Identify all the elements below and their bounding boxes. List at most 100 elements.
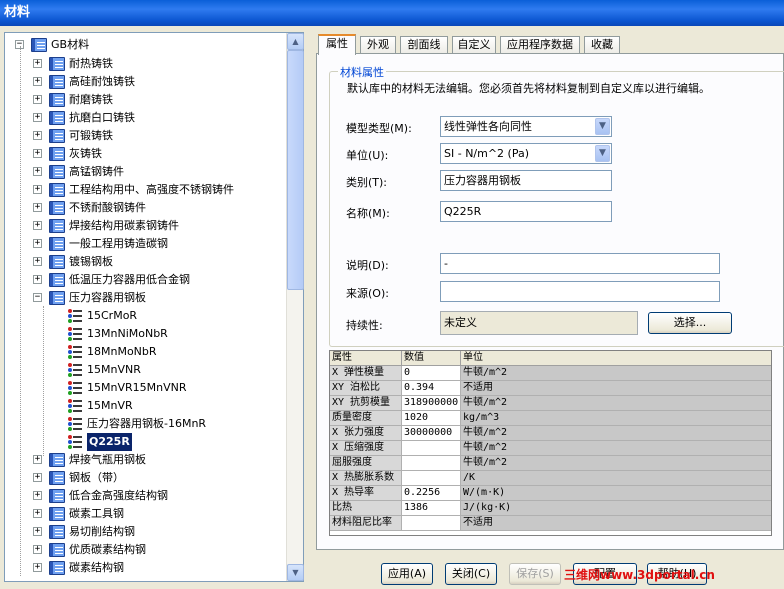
tab-app-data[interactable]: 应用程序数据 bbox=[500, 36, 580, 54]
cell-value[interactable]: 0.394 bbox=[402, 381, 461, 396]
expand-icon[interactable]: + bbox=[33, 131, 42, 140]
expand-icon[interactable]: + bbox=[33, 527, 42, 536]
table-row[interactable]: 屈服强度 牛顿/m^2 bbox=[330, 456, 771, 471]
table-row[interactable]: XY 抗剪模量 318900000 牛顿/m^2 bbox=[330, 396, 771, 411]
expand-icon[interactable]: + bbox=[33, 455, 42, 464]
tab-favorites[interactable]: 收藏 bbox=[584, 36, 620, 54]
scroll-up-icon[interactable]: ▲ bbox=[287, 33, 304, 50]
table-row[interactable]: X 热膨胀系数/K bbox=[330, 471, 771, 486]
tree-category[interactable]: + 不锈耐酸钢铸件 bbox=[5, 199, 290, 217]
expand-icon[interactable]: + bbox=[33, 275, 42, 284]
expand-icon[interactable]: + bbox=[33, 509, 42, 518]
expand-icon[interactable]: + bbox=[33, 563, 42, 572]
tree-category[interactable]: + 低温压力容器用低合金钢 bbox=[5, 271, 290, 289]
tree-category[interactable]: + 可锻铸铁 bbox=[5, 127, 290, 145]
tree-material-item[interactable]: Q225R bbox=[5, 433, 290, 451]
tree-category[interactable]: + 耐磨铸铁 bbox=[5, 91, 290, 109]
chevron-down-icon[interactable]: ▼ bbox=[595, 118, 610, 135]
tree-material-item[interactable]: 15MnVR15MnVNR bbox=[5, 379, 290, 397]
expand-icon[interactable]: + bbox=[33, 203, 42, 212]
tree-scrollbar[interactable]: ▲ ▼ bbox=[286, 33, 304, 581]
expand-icon[interactable]: + bbox=[33, 473, 42, 482]
tree-material-item[interactable]: 15MnVR bbox=[5, 397, 290, 415]
tab-custom[interactable]: 自定义 bbox=[452, 36, 496, 54]
tree-root[interactable]: − GB材料 bbox=[5, 36, 290, 54]
tree-material-item[interactable]: 18MnMoNbR bbox=[5, 343, 290, 361]
cell-value[interactable]: 30000000 bbox=[402, 426, 461, 441]
description-field[interactable]: - bbox=[440, 253, 720, 274]
tree-category[interactable]: + 低合金高强度结构钢 bbox=[5, 487, 290, 505]
table-row[interactable]: X 压缩强度 牛顿/m^2 bbox=[330, 441, 771, 456]
cell-value[interactable]: 0.2256 bbox=[402, 486, 461, 501]
table-row[interactable]: X 热导率 0.2256 W/(m·K) bbox=[330, 486, 771, 501]
tree-category[interactable]: + 一般工程用铸造碳钢 bbox=[5, 235, 290, 253]
expand-icon[interactable]: + bbox=[33, 239, 42, 248]
tree-category[interactable]: + 灰铸铁 bbox=[5, 145, 290, 163]
expand-icon[interactable]: + bbox=[33, 491, 42, 500]
cell-value[interactable]: 1386 bbox=[402, 501, 461, 516]
tree-material-item[interactable]: 13MnNiMoNbR bbox=[5, 325, 290, 343]
category-field[interactable]: 压力容器用钢板 bbox=[440, 170, 612, 191]
tree-category[interactable]: + 抗磨白口铸铁 bbox=[5, 109, 290, 127]
cell-value[interactable] bbox=[402, 516, 461, 531]
apply-button[interactable]: 应用(A) bbox=[381, 563, 433, 585]
material-icon bbox=[67, 326, 83, 342]
tree-category[interactable]: + 耐热铸铁 bbox=[5, 55, 290, 73]
folder-book-icon bbox=[49, 543, 65, 557]
table-row[interactable]: XY 泊松比 0.394 不适用 bbox=[330, 381, 771, 396]
table-row[interactable]: 质量密度 1020 kg/m^3 bbox=[330, 411, 771, 426]
tree-category-pressure-vessel[interactable]: − 压力容器用钢板 bbox=[5, 289, 290, 307]
tree-material-item[interactable]: 压力容器用钢板-16MnR bbox=[5, 415, 290, 433]
source-field[interactable] bbox=[440, 281, 720, 302]
tree-category[interactable]: + 高锰钢铸件 bbox=[5, 163, 290, 181]
tree-category[interactable]: + 优质碳素结构钢 bbox=[5, 541, 290, 559]
cell-value[interactable] bbox=[402, 441, 461, 456]
tree-category[interactable]: + 易切削结构钢 bbox=[5, 523, 290, 541]
table-row[interactable]: 比热 1386 J/(kg·K) bbox=[330, 501, 771, 516]
select-button[interactable]: 选择... bbox=[648, 312, 732, 334]
tree-material-item[interactable]: 15CrMoR bbox=[5, 307, 290, 325]
expand-icon[interactable]: + bbox=[33, 59, 42, 68]
expand-icon[interactable]: + bbox=[33, 149, 42, 158]
expand-icon[interactable]: + bbox=[33, 545, 42, 554]
tree-category[interactable]: + 碳素工具钢 bbox=[5, 505, 290, 523]
cell-value[interactable]: 318900000 bbox=[402, 396, 461, 411]
close-button[interactable]: 关闭(C) bbox=[445, 563, 497, 585]
cell-value[interactable]: 0 bbox=[402, 366, 461, 381]
tab-appearance[interactable]: 外观 bbox=[360, 36, 396, 54]
expand-icon[interactable]: + bbox=[33, 95, 42, 104]
tree-category[interactable]: + 碳素结构钢 bbox=[5, 559, 290, 577]
tree-category[interactable]: + 焊接结构用碳素钢铸件 bbox=[5, 217, 290, 235]
name-field[interactable]: Q225R bbox=[440, 201, 612, 222]
expand-icon[interactable]: + bbox=[33, 113, 42, 122]
unit-select[interactable]: SI - N/m^2 (Pa) ▼ bbox=[440, 143, 612, 164]
table-row[interactable]: X 弹性模量 0 牛顿/m^2 bbox=[330, 366, 771, 381]
scrollbar-thumb[interactable] bbox=[287, 50, 304, 290]
cell-value[interactable] bbox=[402, 471, 461, 486]
expand-icon[interactable]: + bbox=[33, 221, 42, 230]
table-row[interactable]: 材料阻尼比率 不适用 bbox=[330, 516, 771, 531]
property-table[interactable]: 属性 数值 单位 X 弹性模量 0 牛顿/m^2 XY 泊松比 0.394 不适用 XY 抗… bbox=[329, 350, 772, 536]
tree-category[interactable]: + 高硅耐蚀铸铁 bbox=[5, 73, 290, 91]
tree-category[interactable]: + 镀锡钢板 bbox=[5, 253, 290, 271]
tree-category[interactable]: + 工程结构用中、高强度不锈钢铸件 bbox=[5, 181, 290, 199]
expand-icon[interactable]: + bbox=[33, 167, 42, 176]
expand-icon[interactable]: + bbox=[33, 185, 42, 194]
tab-hatch[interactable]: 剖面线 bbox=[400, 36, 448, 54]
expand-icon[interactable]: + bbox=[33, 77, 42, 86]
collapse-icon[interactable]: − bbox=[33, 293, 42, 302]
expand-icon[interactable]: + bbox=[33, 257, 42, 266]
tab-properties[interactable]: 属性 bbox=[318, 34, 356, 55]
folder-book-icon bbox=[49, 255, 65, 269]
tree-category[interactable]: + 钢板（带） bbox=[5, 469, 290, 487]
tree-category[interactable]: + 焊接气瓶用钢板 bbox=[5, 451, 290, 469]
chevron-down-icon[interactable]: ▼ bbox=[595, 145, 610, 162]
cell-value[interactable] bbox=[402, 456, 461, 471]
table-row[interactable]: X 张力强度 30000000 牛顿/m^2 bbox=[330, 426, 771, 441]
cell-value[interactable]: 1020 bbox=[402, 411, 461, 426]
scroll-down-icon[interactable]: ▼ bbox=[287, 564, 304, 581]
sustainability-field: 未定义 bbox=[440, 311, 638, 335]
tree-material-item[interactable]: 15MnVNR bbox=[5, 361, 290, 379]
model-type-select[interactable]: 线性弹性各向同性 ▼ bbox=[440, 116, 612, 137]
material-tree[interactable]: − GB材料 + 耐热铸铁 + 高硅耐蚀铸铁 + 耐磨铸铁 + 抗磨白口铸铁 + 可锻铸铁 + 灰铸铁… bbox=[4, 32, 304, 582]
